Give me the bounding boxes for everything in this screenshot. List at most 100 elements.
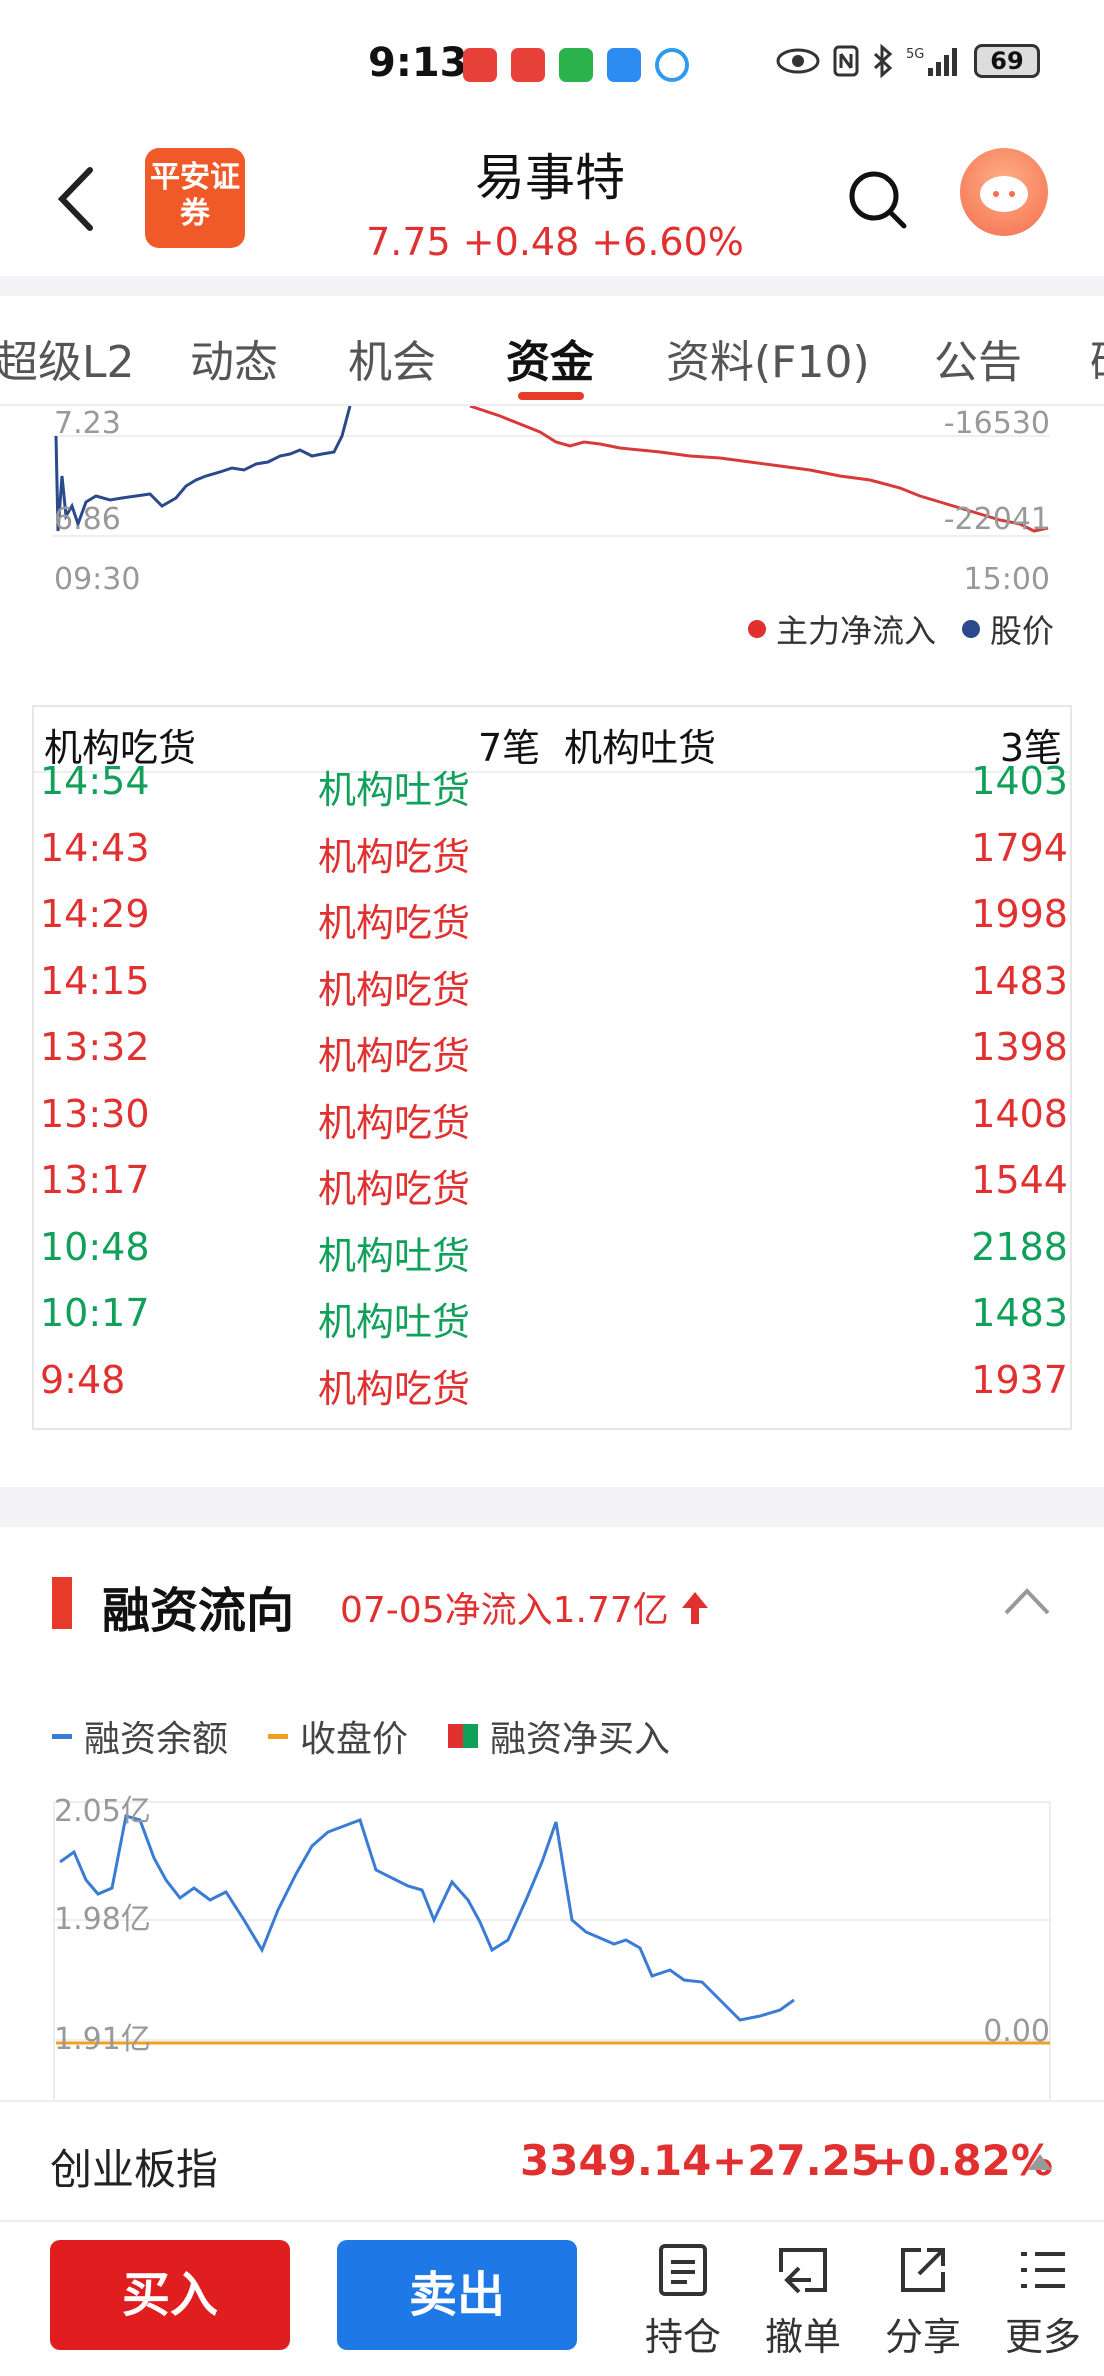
- flow-axis-top: -16530: [943, 406, 1050, 441]
- status-time: 9:13: [368, 40, 468, 86]
- broker-logo[interactable]: 平安证券: [145, 148, 245, 248]
- collapse-chevron-icon[interactable]: [1002, 1583, 1052, 1619]
- more-button[interactable]: 更多: [998, 2242, 1088, 2361]
- trade-volume: 1483: [971, 958, 1068, 1003]
- flow-chart-legend: 主力净流入 股价: [747, 606, 1054, 652]
- tab-announcement[interactable]: 公告: [934, 326, 1022, 390]
- cancel-order-icon: [779, 2248, 827, 2294]
- financing-axis-top: 2.05亿: [54, 1794, 151, 1829]
- trade-type: 机构吃货: [318, 1100, 471, 1145]
- trade-volume: 1408: [971, 1091, 1068, 1136]
- battery-indicator: 69: [974, 44, 1040, 78]
- tab-research[interactable]: 研: [1090, 326, 1104, 390]
- trade-volume: 1998: [971, 892, 1068, 936]
- share-label: 分享: [884, 2315, 961, 2359]
- positions-icon: [659, 2244, 707, 2296]
- assistant-avatar[interactable]: [960, 148, 1048, 236]
- index-percent: +0.82%: [872, 2136, 1053, 2185]
- more-label: 更多: [1004, 2315, 1081, 2359]
- legend-close-label: 收盘价: [300, 1719, 409, 1760]
- trade-time: 13:32: [40, 1025, 150, 1069]
- legend-price: 股价: [989, 612, 1054, 650]
- trade-time: 13:17: [40, 1158, 150, 1202]
- trade-time: 10:17: [40, 1291, 150, 1335]
- financing-subtitle: 07-05净流入1.77亿: [340, 1590, 669, 1631]
- cancel-order-label: 撤单: [764, 2315, 841, 2359]
- huawei-app-icon: [511, 48, 545, 82]
- trade-action-bar: 买入 卖出 持仓 撤单 分享 更多: [0, 2220, 1104, 2376]
- share-icon: [901, 2248, 945, 2292]
- trade-time: 14:15: [40, 958, 150, 1003]
- financing-legend: 融资余额 收盘价 融资净买入: [52, 1710, 710, 1762]
- institution-trades-table: 机构吃货 7笔 机构吐货 3笔 14:54 机构吐货 1403 14:43 机构吃货 17…: [32, 705, 1072, 1430]
- table-row: 14:54 机构吐货 1403: [34, 751, 1070, 818]
- tab-capital[interactable]: 资金: [506, 326, 594, 390]
- trade-volume: 1937: [971, 1357, 1068, 1402]
- svg-text:5G: 5G: [906, 47, 924, 62]
- system-icons: 5G 69: [776, 44, 1040, 78]
- trade-type: 机构吐货: [318, 768, 471, 812]
- financing-axis-mid: 1.98亿: [54, 1902, 151, 1937]
- active-tab-indicator: [518, 392, 584, 400]
- financing-chart: 2.05亿 1.98亿 1.91亿 0.00: [0, 1790, 1104, 2100]
- back-arrow-icon[interactable]: [52, 164, 102, 234]
- financing-net-inflow: 07-05净流入1.77亿: [340, 1581, 710, 1633]
- trade-type: 机构吃货: [318, 967, 471, 1012]
- share-button[interactable]: 分享: [878, 2242, 968, 2361]
- tab-f10[interactable]: 资料(F10): [666, 326, 870, 390]
- financing-balance-line: [59, 1814, 795, 2022]
- financing-chart-lines: [53, 1801, 1051, 2100]
- financing-right-axis: 0.00: [983, 2014, 1050, 2049]
- table-row: 10:17 机构吐货 1483: [34, 1283, 1070, 1350]
- tab-bar: 超级L2 动态 机会 资金 资料(F10) 公告 研: [0, 296, 1104, 406]
- cancel-order-button[interactable]: 撤单: [758, 2242, 848, 2361]
- tab-dynamic[interactable]: 动态: [190, 326, 278, 390]
- trade-type: 机构吃货: [318, 1366, 471, 1411]
- notification-icons: [463, 48, 689, 82]
- positions-label: 持仓: [644, 2315, 721, 2359]
- table-row: 9:48 机构吃货 1937: [34, 1350, 1070, 1417]
- index-change: +27.25: [712, 2136, 881, 2185]
- price-axis-bottom: 6.86: [54, 502, 121, 537]
- index-ticker-bar[interactable]: 创业板指 3349.14 +27.25 +0.82%: [0, 2100, 1104, 2220]
- buy-button[interactable]: 买入: [50, 2240, 290, 2350]
- trade-volume: 1398: [971, 1025, 1068, 1069]
- positions-button[interactable]: 持仓: [638, 2242, 728, 2361]
- trade-volume: 1403: [971, 759, 1068, 803]
- stock-price-change: 7.75 +0.48 +6.60%: [366, 220, 744, 264]
- trade-time: 9:48: [40, 1357, 126, 1402]
- balance-swatch: [52, 1733, 72, 1739]
- legend-balance: 融资余额: [52, 1710, 228, 1762]
- wechat-icon: [559, 48, 593, 82]
- trade-type: 机构吃货: [318, 1167, 471, 1211]
- index-name: 创业板指: [50, 2145, 219, 2194]
- browser-icon: [655, 48, 689, 82]
- legend-close: 收盘价: [268, 1710, 408, 1762]
- table-row: 14:15 机构吃货 1483: [34, 951, 1070, 1018]
- flow-axis-bottom: -22041: [943, 502, 1050, 537]
- up-arrow-icon: [682, 1592, 709, 1624]
- trade-type: 机构吃货: [318, 834, 471, 879]
- close-swatch: [268, 1733, 289, 1739]
- financing-section-header: 融资流向 07-05净流入1.77亿: [0, 1527, 1104, 1677]
- table-row: 14:29 机构吃货 1998: [34, 884, 1070, 951]
- chat-bubble-icon: [980, 176, 1028, 212]
- header-divider: [0, 276, 1104, 296]
- trade-type: 机构吐货: [318, 1300, 471, 1344]
- trade-time: 14:54: [40, 759, 150, 803]
- net-buy-swatch: [448, 1724, 479, 1748]
- trade-time: 14:43: [40, 825, 150, 870]
- table-row: 13:30 机构吃货 1408: [34, 1084, 1070, 1151]
- nfc-icon: [833, 45, 859, 77]
- trade-volume: 1483: [971, 1291, 1068, 1335]
- time-axis-start: 09:30: [54, 562, 141, 597]
- sell-button[interactable]: 卖出: [337, 2240, 577, 2350]
- trade-time: 14:29: [40, 892, 150, 936]
- expand-up-icon[interactable]: [1028, 2154, 1052, 2170]
- tab-super-l2[interactable]: 超级L2: [0, 326, 135, 390]
- search-icon[interactable]: [846, 168, 910, 232]
- trade-volume: 1544: [971, 1158, 1068, 1202]
- legend-net-buy-label: 融资净买入: [490, 1719, 671, 1760]
- tab-opportunity[interactable]: 机会: [348, 326, 436, 390]
- status-bar: 9:13 5G 69: [0, 0, 1104, 130]
